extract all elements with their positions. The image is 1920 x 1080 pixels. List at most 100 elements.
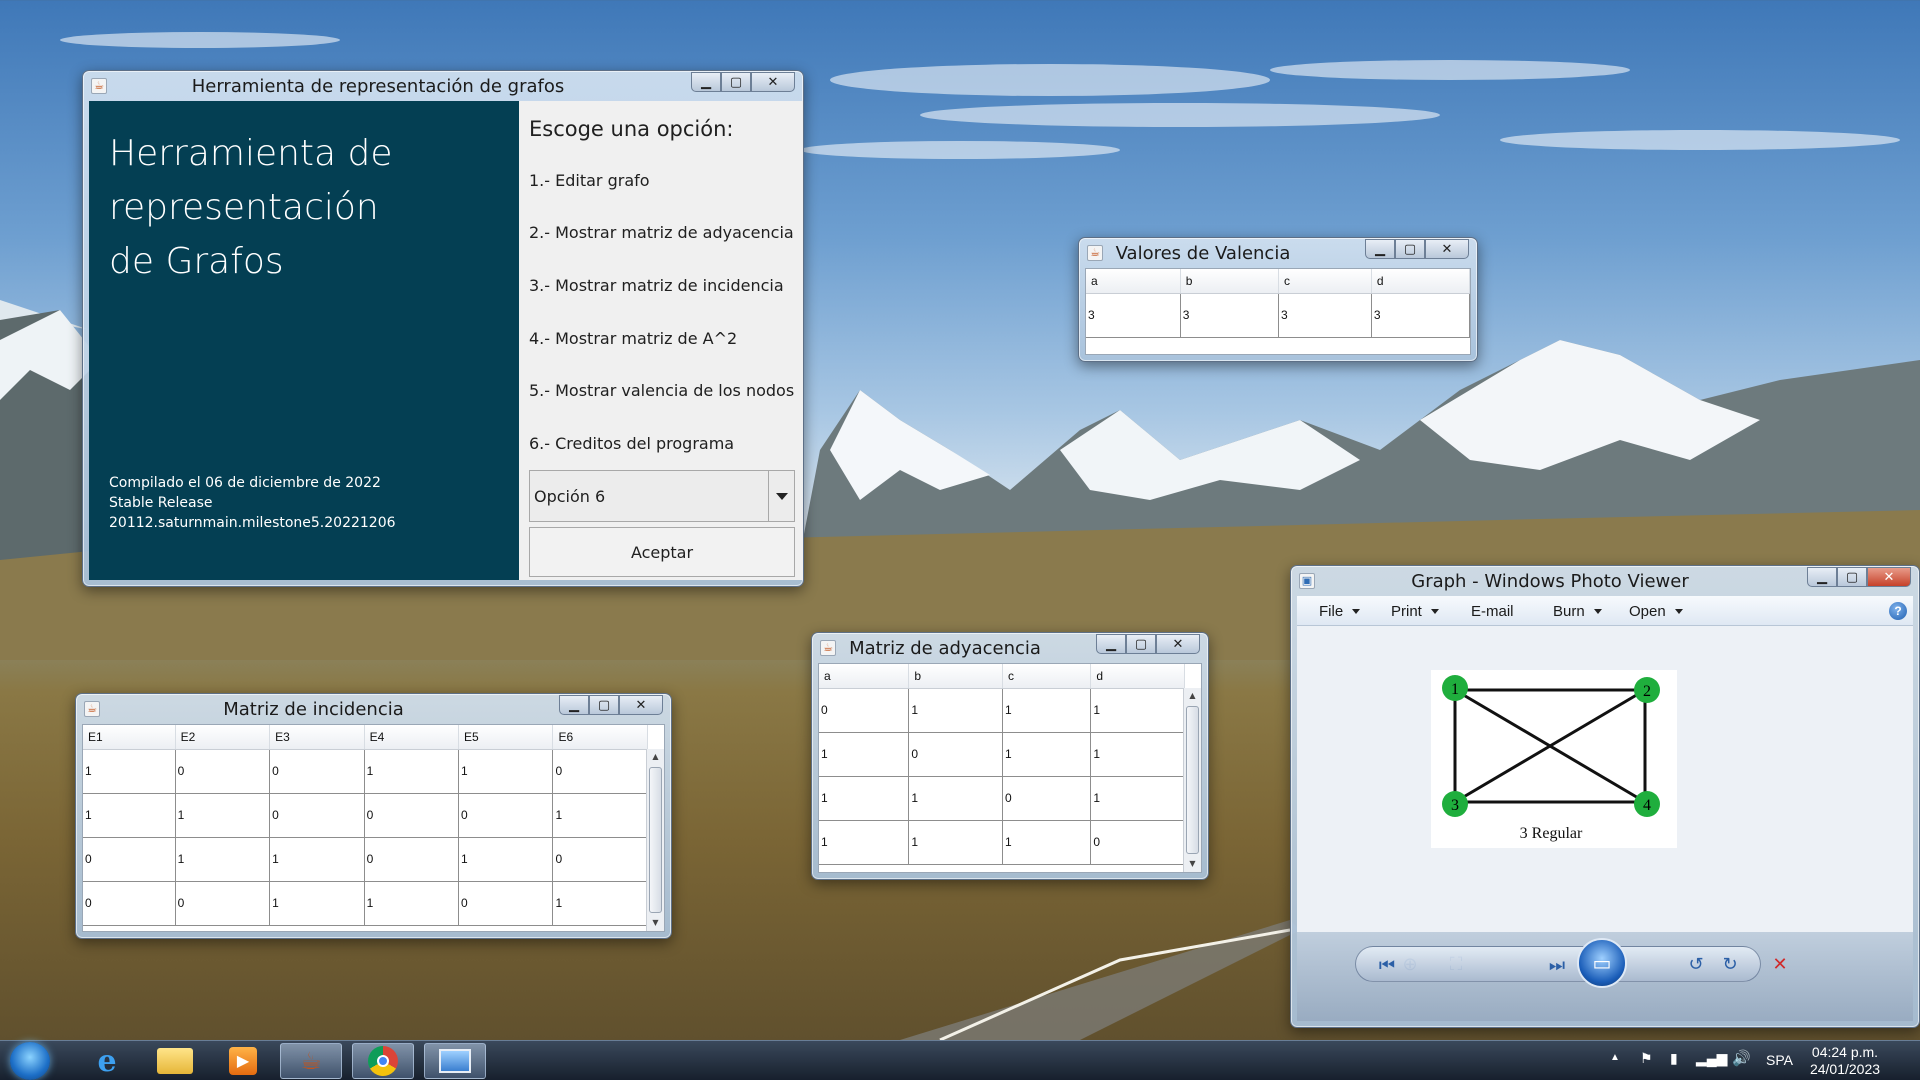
- accept-button[interactable]: Aceptar: [529, 527, 795, 577]
- table-row[interactable]: 1 0 1 1: [819, 732, 1185, 777]
- maximize-button[interactable]: ▢: [1126, 634, 1156, 654]
- table-cell[interactable]: 1: [908, 688, 1003, 733]
- delete-icon[interactable]: ✕: [1767, 951, 1793, 977]
- network-signal-icon[interactable]: ▂▄▆: [1696, 1050, 1727, 1067]
- rotate-left-icon[interactable]: ↺: [1683, 951, 1709, 977]
- incidence-titlebar[interactable]: ☕ Matriz de incidencia ▁ ▢ ✕: [76, 694, 671, 724]
- show-hidden-icons-icon[interactable]: ▲: [1610, 1052, 1620, 1063]
- minimize-button[interactable]: ▁: [1365, 239, 1395, 259]
- table-cell[interactable]: 0: [83, 881, 176, 926]
- table-cell[interactable]: 1: [83, 793, 176, 838]
- table-cell[interactable]: 1: [269, 837, 365, 882]
- close-button[interactable]: ✕: [1867, 567, 1911, 587]
- chrome-icon[interactable]: [352, 1043, 414, 1079]
- table-cell[interactable]: 0: [175, 881, 271, 926]
- table-cell[interactable]: 1: [175, 837, 271, 882]
- table-cell[interactable]: 0: [1090, 820, 1185, 865]
- table-cell[interactable]: 0: [552, 837, 648, 882]
- media-player-icon[interactable]: ▶: [212, 1043, 274, 1079]
- table-cell[interactable]: 0: [364, 837, 460, 882]
- option-select[interactable]: Opción 6: [529, 470, 795, 522]
- menu-print[interactable]: Print: [1391, 603, 1439, 620]
- column-header[interactable]: E6: [552, 725, 648, 750]
- table-cell[interactable]: 0: [83, 837, 176, 882]
- table-cell[interactable]: 1: [552, 881, 648, 926]
- minimize-button[interactable]: ▁: [1807, 567, 1837, 587]
- table-row[interactable]: 0 1 1 1: [819, 688, 1185, 733]
- minimize-button[interactable]: ▁: [1096, 634, 1126, 654]
- column-header[interactable]: c: [1002, 664, 1092, 689]
- table-cell[interactable]: 1: [1090, 688, 1185, 733]
- action-center-flag-icon[interactable]: ⚑: [1640, 1050, 1653, 1067]
- volume-icon[interactable]: 🔊: [1732, 1049, 1751, 1067]
- table-row[interactable]: 3 3 3 3: [1086, 293, 1470, 338]
- close-button[interactable]: ✕: [1156, 634, 1200, 654]
- table-cell[interactable]: 0: [269, 749, 365, 794]
- scroll-down-icon[interactable]: ▼: [1184, 856, 1201, 872]
- column-header[interactable]: E5: [458, 725, 554, 750]
- minimize-button[interactable]: ▁: [691, 72, 721, 92]
- column-header[interactable]: E4: [364, 725, 460, 750]
- column-header[interactable]: d: [1090, 664, 1185, 689]
- battery-icon[interactable]: ▮: [1670, 1050, 1678, 1067]
- table-cell[interactable]: 1: [819, 776, 910, 821]
- table-cell[interactable]: 3: [1371, 293, 1470, 338]
- internet-explorer-icon[interactable]: e: [76, 1043, 138, 1079]
- table-cell[interactable]: 1: [908, 820, 1003, 865]
- column-header[interactable]: a: [819, 664, 910, 689]
- table-cell[interactable]: 1: [908, 776, 1003, 821]
- table-cell[interactable]: 0: [175, 749, 271, 794]
- column-header[interactable]: E1: [83, 725, 176, 750]
- table-cell[interactable]: 1: [819, 820, 910, 865]
- table-row[interactable]: 0 1 1 0 1 0: [83, 837, 648, 882]
- column-header[interactable]: E2: [175, 725, 271, 750]
- start-button[interactable]: [10, 1042, 50, 1080]
- table-cell[interactable]: 0: [819, 688, 910, 733]
- main-tool-titlebar[interactable]: ☕ Herramienta de representación de grafo…: [83, 71, 803, 101]
- slideshow-icon[interactable]: ▭: [1577, 938, 1627, 988]
- table-cell[interactable]: 1: [1090, 732, 1185, 777]
- folder-icon[interactable]: [144, 1043, 206, 1079]
- language-indicator[interactable]: SPA: [1766, 1052, 1793, 1068]
- maximize-button[interactable]: ▢: [1837, 567, 1867, 587]
- scrollbar-thumb[interactable]: [649, 767, 662, 913]
- table-cell[interactable]: 1: [1090, 776, 1185, 821]
- table-cell[interactable]: 1: [819, 732, 910, 777]
- maximize-button[interactable]: ▢: [589, 695, 619, 715]
- table-cell[interactable]: 0: [552, 749, 648, 794]
- photo-viewer-titlebar[interactable]: ▣ Graph - Windows Photo Viewer ▁ ▢ ✕: [1291, 566, 1919, 596]
- table-cell[interactable]: 1: [364, 749, 460, 794]
- table-cell[interactable]: 3: [1278, 293, 1372, 338]
- table-cell[interactable]: 1: [458, 837, 554, 882]
- column-header[interactable]: b: [908, 664, 1003, 689]
- table-cell[interactable]: 3: [1180, 293, 1279, 338]
- scroll-up-icon[interactable]: ▲: [647, 749, 664, 765]
- java-icon[interactable]: ☕: [280, 1043, 342, 1079]
- column-header[interactable]: E3: [269, 725, 365, 750]
- column-header[interactable]: d: [1371, 269, 1470, 294]
- table-row[interactable]: 0 0 1 1 0 1: [83, 881, 648, 926]
- table-cell[interactable]: 0: [458, 793, 554, 838]
- table-cell[interactable]: 1: [1002, 820, 1092, 865]
- table-cell[interactable]: 1: [1002, 732, 1092, 777]
- close-button[interactable]: ✕: [619, 695, 663, 715]
- maximize-button[interactable]: ▢: [1395, 239, 1425, 259]
- adjacency-titlebar[interactable]: ☕ Matriz de adyacencia ▁ ▢ ✕: [812, 633, 1208, 663]
- menu-burn[interactable]: Burn: [1553, 603, 1602, 620]
- table-cell[interactable]: 0: [364, 793, 460, 838]
- table-row[interactable]: 1 1 1 0: [819, 820, 1185, 865]
- table-cell[interactable]: 1: [458, 749, 554, 794]
- menu-open[interactable]: Open: [1629, 603, 1683, 620]
- vertical-scrollbar[interactable]: ▲ ▼: [1183, 688, 1201, 872]
- close-button[interactable]: ✕: [751, 72, 795, 92]
- scroll-up-icon[interactable]: ▲: [1184, 688, 1201, 704]
- valence-titlebar[interactable]: ☕ Valores de Valencia ▁ ▢ ✕: [1079, 238, 1477, 268]
- column-header[interactable]: b: [1180, 269, 1279, 294]
- previous-icon[interactable]: ⏮: [1374, 952, 1400, 978]
- scroll-down-icon[interactable]: ▼: [647, 915, 664, 931]
- table-row[interactable]: 1 1 0 1: [819, 776, 1185, 821]
- help-icon[interactable]: ?: [1889, 602, 1907, 620]
- table-cell[interactable]: 1: [83, 749, 176, 794]
- table-cell[interactable]: 0: [1002, 776, 1092, 821]
- photo-viewer-icon[interactable]: [424, 1043, 486, 1079]
